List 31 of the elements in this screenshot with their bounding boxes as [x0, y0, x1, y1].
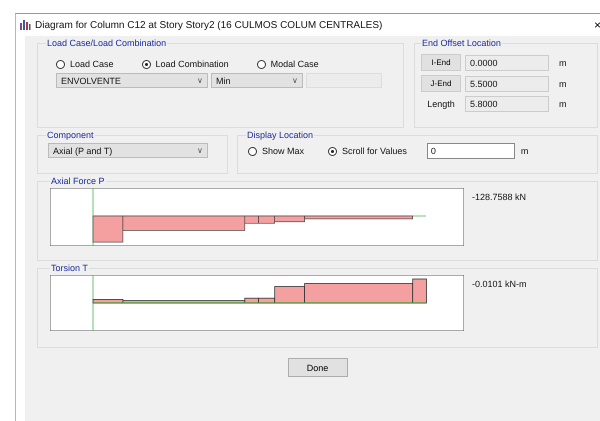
unit-label: m: [559, 78, 566, 88]
radio-option[interactable]: Show Max: [248, 146, 304, 156]
unit-label: m: [559, 99, 566, 109]
unit-label: m: [559, 58, 566, 68]
end-button[interactable]: I-End: [421, 54, 461, 71]
end-button[interactable]: J-End: [421, 75, 461, 92]
group-title: Axial Force P: [50, 176, 106, 186]
bar-chart-icon: [19, 19, 31, 31]
dropdown[interactable]: Axial (P and T) ∨: [48, 143, 208, 158]
value-field[interactable]: 0.0000: [465, 54, 549, 70]
location-field[interactable]: 0: [426, 143, 515, 159]
group-title: Torsion T: [50, 263, 89, 273]
dropdown[interactable]: Min ∨: [211, 73, 303, 88]
radio-option[interactable]: Scroll for Values: [328, 146, 407, 156]
value-reading: -0.0101 kN-m: [472, 279, 527, 289]
value-field[interactable]: 5.8000: [465, 96, 549, 112]
value-field[interactable]: 5.5000: [465, 76, 549, 92]
radio-option[interactable]: Load Case: [56, 59, 114, 69]
group-title: Display Location: [246, 130, 314, 140]
value-reading: -128.7588 kN: [472, 192, 526, 202]
radio-option[interactable]: Modal Case: [256, 59, 319, 69]
radio-option[interactable]: Load Combination: [142, 59, 229, 69]
window-title: Diagram for Column C12 at Story Story2 (16 CULMOS COLUM CENTRALES): [35, 20, 382, 30]
done-button[interactable]: Done: [288, 358, 348, 377]
field-label: Length: [426, 99, 456, 109]
group-title: Load Case/Load Combination: [46, 38, 168, 48]
group-title: End Offset Location: [421, 38, 502, 48]
unit-label: m: [520, 146, 528, 156]
dropdown[interactable]: ENVOLVENTE ∨: [56, 73, 208, 88]
group-title: Component: [46, 130, 95, 140]
close-button[interactable]: ×: [594, 18, 600, 32]
